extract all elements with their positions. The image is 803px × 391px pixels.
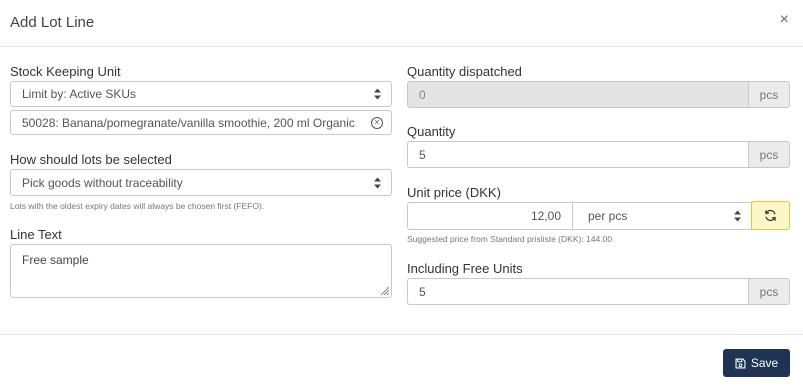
sku-selected-field[interactable]: 50028: Banana/pomegranate/vanilla smooth… — [10, 110, 392, 135]
unit-price-value: 12,00 — [530, 209, 561, 223]
close-icon[interactable]: × — [780, 12, 789, 28]
refresh-icon — [765, 209, 776, 222]
clear-icon[interactable]: × — [371, 116, 383, 129]
lots-label: How should lots be selected — [10, 152, 172, 167]
modal-title: Add Lot Line — [10, 14, 95, 31]
sku-limit-select-value: Limit by: Active SKUs — [22, 87, 137, 101]
free-units-unit: pcs — [748, 278, 790, 305]
refresh-price-button[interactable] — [751, 201, 790, 230]
quantity-unit: pcs — [748, 141, 790, 168]
lot-selection-select[interactable]: Pick goods without traceability — [10, 169, 392, 196]
line-text-textarea[interactable]: Free sample — [10, 244, 392, 298]
quantity-dispatched-field: 0 — [407, 81, 749, 108]
quantity-value: 5 — [419, 147, 426, 162]
quantity-label: Quantity — [407, 124, 456, 139]
unit-price-help-text: Suggested price from Standard prisliste … — [407, 234, 613, 244]
sku-label: Stock Keeping Unit — [10, 64, 121, 79]
modal-header: Add Lot Line × — [0, 0, 803, 47]
free-units-label: Including Free Units — [407, 261, 523, 276]
select-arrows-icon — [734, 210, 741, 222]
select-arrows-icon — [374, 177, 381, 188]
unit-price-per-value: per pcs — [588, 209, 628, 223]
unit-price-per-select[interactable]: per pcs — [572, 202, 752, 230]
line-text-label: Line Text — [10, 227, 62, 242]
unit-price-input[interactable]: 12,00 — [407, 202, 573, 230]
floppy-disk-icon — [735, 357, 746, 369]
sku-selected-value: 50028: Banana/pomegranate/vanilla smooth… — [22, 115, 355, 130]
quantity-dispatched-label: Quantity dispatched — [407, 64, 522, 79]
unit-price-label: Unit price (DKK) — [407, 185, 501, 200]
add-lot-line-modal: Add Lot Line × Stock Keeping Unit Limit … — [0, 0, 803, 391]
save-button[interactable]: Save — [723, 349, 790, 377]
lot-selection-value: Pick goods without traceability — [22, 175, 183, 190]
free-units-input[interactable]: 5 — [407, 278, 749, 305]
quantity-dispatched-unit: pcs — [748, 81, 790, 108]
quantity-dispatched-value: 0 — [419, 87, 426, 102]
save-button-label: Save — [750, 356, 779, 370]
lots-help-text: Lots with the oldest expiry dates will a… — [10, 201, 265, 211]
resize-handle-icon[interactable] — [381, 287, 389, 295]
quantity-input[interactable]: 5 — [407, 141, 749, 168]
line-text-value: Free sample — [22, 253, 89, 267]
sku-limit-select[interactable]: Limit by: Active SKUs — [10, 81, 392, 107]
modal-footer — [0, 334, 803, 391]
free-units-value: 5 — [419, 284, 426, 299]
select-arrows-icon — [374, 88, 381, 100]
